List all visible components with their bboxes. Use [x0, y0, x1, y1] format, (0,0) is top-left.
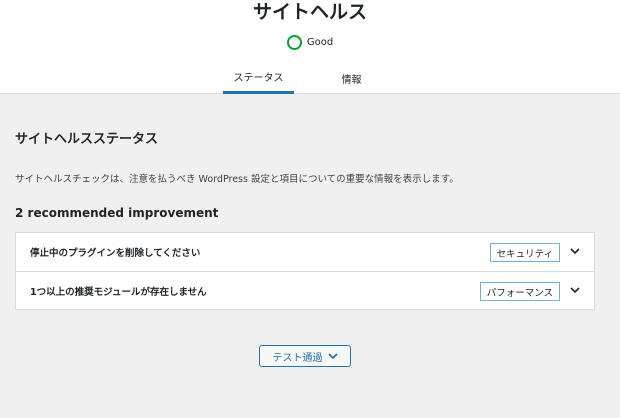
issue-list: 停止中のプラグインを削除してください セキュリティ 1つ以上の推奨モジュールが存… [15, 232, 595, 310]
issue-label: 停止中のプラグインを削除してください [30, 248, 201, 259]
tab-status[interactable]: ステータス [223, 62, 294, 94]
site-health-header: サイトヘルス Good ステータス 情報 [0, 0, 620, 94]
passed-tests-button[interactable]: テスト通過 [259, 345, 351, 367]
page-title: サイトヘルス [252, 1, 367, 23]
chevron-down-icon[interactable] [570, 285, 580, 295]
issue-row-inactive-plugins[interactable]: 停止中のプラグインを削除してください セキュリティ [16, 233, 594, 271]
status-circle-icon [286, 35, 302, 50]
health-status: Good [0, 35, 620, 50]
section-title: サイトヘルスステータス [15, 132, 159, 147]
section-description: サイトヘルスチェックは、注意を払うべき WordPress 設定と項目についての… [15, 174, 459, 185]
recommended-heading: 2 recommended improvement [15, 206, 219, 220]
tab-info[interactable]: 情報 [316, 62, 387, 94]
tab-bar: ステータス 情報 [0, 62, 620, 94]
issue-label: 1つ以上の推奨モジュールが存在しません [30, 286, 207, 298]
issue-badge-performance: パフォーマンス [479, 282, 560, 301]
issue-badge-security: セキュリティ [489, 243, 560, 262]
chevron-down-icon [327, 353, 338, 360]
chevron-down-icon[interactable] [570, 246, 580, 256]
passed-tests-label: テスト通過 [272, 352, 323, 364]
issue-row-missing-modules[interactable]: 1つ以上の推奨モジュールが存在しません パフォーマンス [16, 271, 594, 309]
status-text: Good [306, 37, 334, 48]
